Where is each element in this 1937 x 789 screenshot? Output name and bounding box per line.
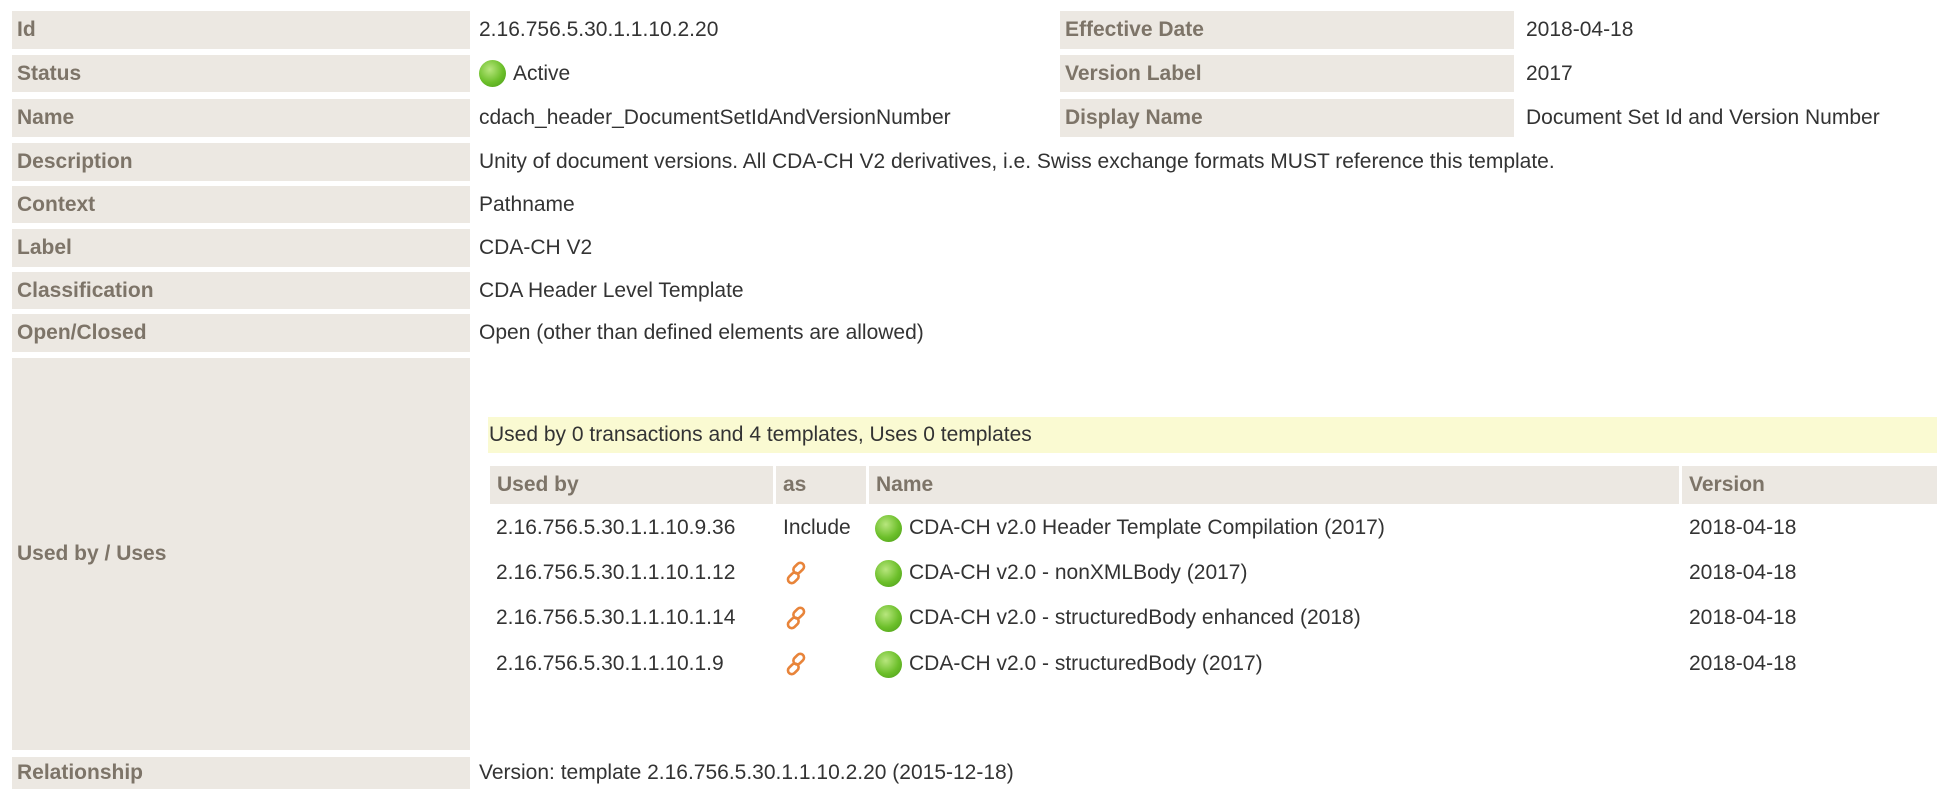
col-header-as: as — [776, 466, 866, 504]
link-icon — [786, 561, 806, 585]
label-label: Label — [12, 229, 470, 267]
value-open-closed: Open (other than defined elements are al… — [479, 321, 924, 344]
label-status: Status — [12, 55, 470, 92]
label-description: Description — [12, 143, 470, 181]
link-icon — [786, 606, 806, 630]
label-used-by-uses: Used by / Uses — [12, 358, 470, 750]
label-id: Id — [12, 11, 470, 49]
value-display-name: Document Set Id and Version Number — [1526, 106, 1880, 129]
link-icon — [786, 652, 806, 676]
usage-summary: Used by 0 transactions and 4 templates, … — [488, 417, 1937, 453]
status-active-icon — [875, 559, 902, 587]
status-active-icon — [875, 604, 902, 632]
usage-row-name[interactable]: CDA-CH v2.0 - structuredBody (2017) — [875, 644, 1263, 684]
usage-row-name-text: CDA-CH v2.0 - nonXMLBody (2017) — [909, 561, 1248, 584]
usage-row-name[interactable]: CDA-CH v2.0 - nonXMLBody (2017) — [875, 553, 1247, 593]
usage-row-as — [783, 553, 809, 593]
label-classification: Classification — [12, 272, 470, 309]
usage-row-used-by[interactable]: 2.16.756.5.30.1.1.10.1.14 — [496, 598, 735, 638]
usage-row-name-text: CDA-CH v2.0 - structuredBody enhanced (2… — [909, 606, 1361, 629]
col-header-used-by: Used by — [490, 466, 773, 504]
usage-row-used-by[interactable]: 2.16.756.5.30.1.1.10.9.36 — [496, 508, 735, 548]
label-context: Context — [12, 186, 470, 223]
value-status: Active — [479, 55, 570, 92]
status-active-icon — [875, 514, 902, 542]
status-active-icon — [875, 650, 902, 678]
label-name: Name — [12, 99, 470, 137]
usage-row-version: 2018-04-18 — [1689, 516, 1797, 539]
usage-row-as: Include — [783, 516, 851, 539]
usage-row-name-text: CDA-CH v2.0 - structuredBody (2017) — [909, 652, 1263, 675]
usage-row-used-by[interactable]: 2.16.756.5.30.1.1.10.1.9 — [496, 644, 724, 684]
value-name: cdach_header_DocumentSetIdAndVersionNumb… — [479, 106, 951, 129]
usage-row-used-by[interactable]: 2.16.756.5.30.1.1.10.1.12 — [496, 553, 735, 593]
value-id: 2.16.756.5.30.1.1.10.2.20 — [479, 18, 719, 41]
label-version-label: Version Label — [1060, 55, 1514, 92]
usage-row-name-text: CDA-CH v2.0 Header Template Compilation … — [909, 516, 1385, 539]
status-text: Active — [513, 61, 571, 85]
label-relationship: Relationship — [12, 757, 470, 789]
value-version-label: 2017 — [1526, 61, 1573, 85]
col-header-version: Version — [1682, 466, 1937, 504]
label-effective-date: Effective Date — [1060, 11, 1514, 49]
value-label: CDA-CH V2 — [479, 236, 593, 259]
usage-row-version: 2018-04-18 — [1689, 652, 1797, 675]
value-relationship: Version: template 2.16.756.5.30.1.1.10.2… — [479, 761, 1014, 784]
value-classification: CDA Header Level Template — [479, 278, 744, 302]
usage-row-as — [783, 644, 809, 684]
col-header-name: Name — [869, 466, 1679, 504]
usage-row-name[interactable]: CDA-CH v2.0 Header Template Compilation … — [875, 508, 1385, 548]
label-display-name: Display Name — [1060, 99, 1514, 137]
value-context: Pathname — [479, 192, 575, 216]
value-effective-date: 2018-04-18 — [1526, 18, 1634, 41]
label-open-closed: Open/Closed — [12, 314, 470, 352]
usage-row-name[interactable]: CDA-CH v2.0 - structuredBody enhanced (2… — [875, 598, 1361, 638]
status-active-icon — [479, 60, 506, 87]
usage-row-version: 2018-04-18 — [1689, 606, 1797, 629]
usage-row-version: 2018-04-18 — [1689, 561, 1797, 584]
usage-row-as — [783, 598, 809, 638]
value-description: Unity of document versions. All CDA-CH V… — [479, 150, 1555, 173]
